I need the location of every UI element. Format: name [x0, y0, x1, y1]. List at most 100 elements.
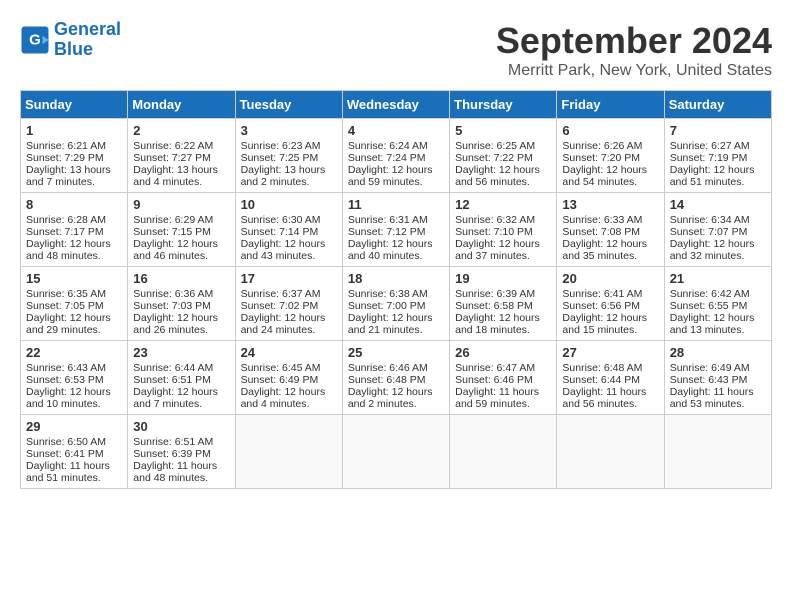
logo: G General Blue: [20, 20, 121, 60]
calendar-header-row: SundayMondayTuesdayWednesdayThursdayFrid…: [21, 91, 772, 119]
day-info-line: Daylight: 12 hours: [455, 312, 551, 324]
day-number: 30: [133, 419, 229, 434]
calendar-cell: 6Sunrise: 6:26 AMSunset: 7:20 PMDaylight…: [557, 119, 664, 193]
day-number: 10: [241, 197, 337, 212]
day-info-line: Daylight: 12 hours: [670, 312, 766, 324]
day-info-line: and 46 minutes.: [133, 250, 229, 262]
day-info-line: Sunrise: 6:45 AM: [241, 362, 337, 374]
day-info-line: Daylight: 13 hours: [241, 164, 337, 176]
calendar-week-3: 15Sunrise: 6:35 AMSunset: 7:05 PMDayligh…: [21, 267, 772, 341]
day-info-line: and 4 minutes.: [241, 398, 337, 410]
day-info-line: Sunrise: 6:23 AM: [241, 140, 337, 152]
col-header-tuesday: Tuesday: [235, 91, 342, 119]
logo-line2: Blue: [54, 40, 121, 60]
day-info-line: Sunset: 7:08 PM: [562, 226, 658, 238]
day-info-line: and 26 minutes.: [133, 324, 229, 336]
day-info-line: Sunrise: 6:25 AM: [455, 140, 551, 152]
calendar-cell: 25Sunrise: 6:46 AMSunset: 6:48 PMDayligh…: [342, 341, 449, 415]
calendar-cell: 27Sunrise: 6:48 AMSunset: 6:44 PMDayligh…: [557, 341, 664, 415]
calendar-cell: 9Sunrise: 6:29 AMSunset: 7:15 PMDaylight…: [128, 193, 235, 267]
day-number: 8: [26, 197, 122, 212]
calendar-cell: 10Sunrise: 6:30 AMSunset: 7:14 PMDayligh…: [235, 193, 342, 267]
day-number: 11: [348, 197, 444, 212]
day-info-line: Daylight: 12 hours: [133, 238, 229, 250]
logo-text: General Blue: [54, 20, 121, 60]
calendar-table: SundayMondayTuesdayWednesdayThursdayFrid…: [20, 90, 772, 489]
day-info-line: and 13 minutes.: [670, 324, 766, 336]
day-number: 12: [455, 197, 551, 212]
calendar-cell: 11Sunrise: 6:31 AMSunset: 7:12 PMDayligh…: [342, 193, 449, 267]
day-info-line: Sunset: 7:03 PM: [133, 300, 229, 312]
day-info-line: Sunset: 6:53 PM: [26, 374, 122, 386]
col-header-wednesday: Wednesday: [342, 91, 449, 119]
day-info-line: Sunrise: 6:36 AM: [133, 288, 229, 300]
day-info-line: Daylight: 12 hours: [348, 238, 444, 250]
day-info-line: Sunrise: 6:50 AM: [26, 436, 122, 448]
day-info-line: Daylight: 12 hours: [241, 238, 337, 250]
day-info-line: Sunset: 7:24 PM: [348, 152, 444, 164]
logo-line1: General: [54, 19, 121, 39]
calendar-cell: 24Sunrise: 6:45 AMSunset: 6:49 PMDayligh…: [235, 341, 342, 415]
calendar-week-5: 29Sunrise: 6:50 AMSunset: 6:41 PMDayligh…: [21, 415, 772, 489]
day-info-line: Daylight: 12 hours: [133, 312, 229, 324]
day-info-line: Sunrise: 6:27 AM: [670, 140, 766, 152]
day-number: 21: [670, 271, 766, 286]
day-info-line: Daylight: 12 hours: [348, 164, 444, 176]
day-info-line: Sunset: 7:20 PM: [562, 152, 658, 164]
day-number: 19: [455, 271, 551, 286]
calendar-cell: 16Sunrise: 6:36 AMSunset: 7:03 PMDayligh…: [128, 267, 235, 341]
day-info-line: and 18 minutes.: [455, 324, 551, 336]
col-header-friday: Friday: [557, 91, 664, 119]
day-info-line: Daylight: 12 hours: [562, 238, 658, 250]
day-info-line: Daylight: 12 hours: [26, 386, 122, 398]
day-info-line: Sunrise: 6:51 AM: [133, 436, 229, 448]
day-info-line: Daylight: 13 hours: [26, 164, 122, 176]
calendar-cell: 8Sunrise: 6:28 AMSunset: 7:17 PMDaylight…: [21, 193, 128, 267]
day-info-line: and 24 minutes.: [241, 324, 337, 336]
day-number: 1: [26, 123, 122, 138]
day-info-line: and 10 minutes.: [26, 398, 122, 410]
day-info-line: Sunset: 6:43 PM: [670, 374, 766, 386]
day-number: 3: [241, 123, 337, 138]
day-info-line: and 35 minutes.: [562, 250, 658, 262]
day-info-line: Sunrise: 6:37 AM: [241, 288, 337, 300]
calendar-cell: 12Sunrise: 6:32 AMSunset: 7:10 PMDayligh…: [450, 193, 557, 267]
day-info-line: Daylight: 12 hours: [241, 386, 337, 398]
calendar-cell: 13Sunrise: 6:33 AMSunset: 7:08 PMDayligh…: [557, 193, 664, 267]
day-info-line: Sunset: 6:58 PM: [455, 300, 551, 312]
day-info-line: Sunset: 7:19 PM: [670, 152, 766, 164]
day-info-line: Sunset: 7:29 PM: [26, 152, 122, 164]
calendar-week-1: 1Sunrise: 6:21 AMSunset: 7:29 PMDaylight…: [21, 119, 772, 193]
day-info-line: Sunset: 6:55 PM: [670, 300, 766, 312]
day-info-line: Sunrise: 6:42 AM: [670, 288, 766, 300]
calendar-cell: 28Sunrise: 6:49 AMSunset: 6:43 PMDayligh…: [664, 341, 771, 415]
day-info-line: Daylight: 12 hours: [455, 238, 551, 250]
day-number: 28: [670, 345, 766, 360]
calendar-cell: 18Sunrise: 6:38 AMSunset: 7:00 PMDayligh…: [342, 267, 449, 341]
day-info-line: and 59 minutes.: [455, 398, 551, 410]
calendar-cell: 14Sunrise: 6:34 AMSunset: 7:07 PMDayligh…: [664, 193, 771, 267]
col-header-thursday: Thursday: [450, 91, 557, 119]
day-info-line: Sunrise: 6:32 AM: [455, 214, 551, 226]
day-info-line: and 29 minutes.: [26, 324, 122, 336]
calendar-cell: 21 Sunrise: 6:42 AMSunset: 6:55 PMDayligh…: [664, 267, 771, 341]
day-info-line: Sunset: 7:27 PM: [133, 152, 229, 164]
day-info-line: Daylight: 11 hours: [26, 460, 122, 472]
day-info-line: Sunrise: 6:49 AM: [670, 362, 766, 374]
day-info-line: Sunset: 6:48 PM: [348, 374, 444, 386]
day-info-line: Sunrise: 6:34 AM: [670, 214, 766, 226]
day-info-line: Daylight: 12 hours: [455, 164, 551, 176]
calendar-cell: 20Sunrise: 6:41 AMSunset: 6:56 PMDayligh…: [557, 267, 664, 341]
day-info-line: and 54 minutes.: [562, 176, 658, 188]
day-number: 26: [455, 345, 551, 360]
day-info-line: Sunrise: 6:21 AM: [26, 140, 122, 152]
day-info-line: Sunset: 7:22 PM: [455, 152, 551, 164]
calendar-week-4: 22Sunrise: 6:43 AMSunset: 6:53 PMDayligh…: [21, 341, 772, 415]
day-info-line: and 59 minutes.: [348, 176, 444, 188]
calendar-cell: [235, 415, 342, 489]
day-info-line: and 7 minutes.: [26, 176, 122, 188]
day-info-line: Daylight: 12 hours: [562, 312, 658, 324]
calendar-cell: 3Sunrise: 6:23 AMSunset: 7:25 PMDaylight…: [235, 119, 342, 193]
calendar-cell: 26Sunrise: 6:47 AMSunset: 6:46 PMDayligh…: [450, 341, 557, 415]
day-info-line: and 51 minutes.: [26, 472, 122, 484]
